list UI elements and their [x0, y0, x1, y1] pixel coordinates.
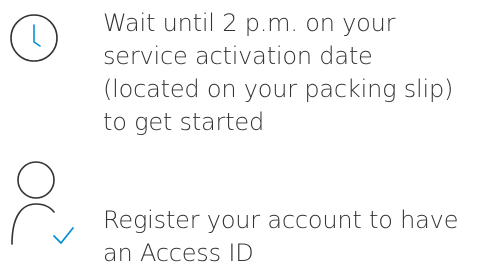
- step-register-account-text: Register your account to have an Access …: [103, 206, 459, 267]
- step-wait-activation-text: Wait until 2 p.m. on your service activa…: [103, 9, 454, 136]
- user-check-icon: [10, 160, 76, 245]
- clock-icon: [9, 13, 59, 63]
- step-register-account: Register your account to have an Access …: [0, 150, 479, 267]
- step-wait-activation: Wait until 2 p.m. on your service activa…: [0, 0, 479, 140]
